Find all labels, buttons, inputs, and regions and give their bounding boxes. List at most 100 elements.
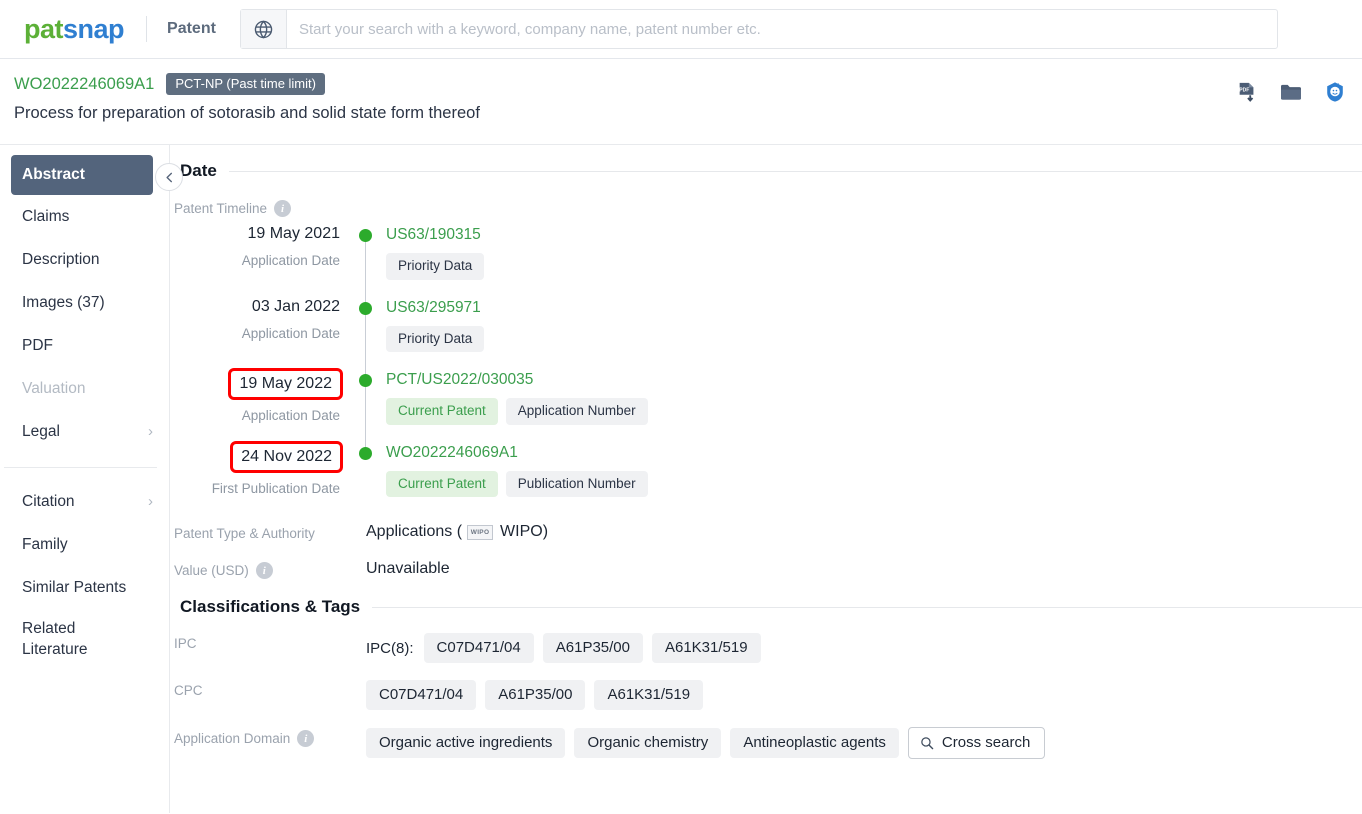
main-content: Date Patent Timeline i 19 May 2021 Appli…: [170, 145, 1362, 813]
sidebar-divider: [4, 467, 157, 468]
domain-tag[interactable]: Antineoplastic agents: [730, 728, 899, 758]
logo-divider: [146, 16, 148, 42]
timeline-chips: Current Patent Application Number: [386, 398, 648, 425]
sidebar-item-abstract[interactable]: Abstract: [11, 155, 153, 195]
timeline-entry-left: 24 Nov 2022 First Publication Date: [174, 440, 354, 514]
sidebar-item-label: Images (37): [22, 293, 105, 311]
cross-search-button[interactable]: Cross search: [907, 727, 1046, 759]
timeline-date-highlighted: 19 May 2022: [228, 368, 343, 400]
value-usd-label-wrap: Value (USD) i: [174, 559, 366, 579]
info-icon[interactable]: i: [297, 730, 315, 747]
patent-number-row: WO2022246069A1 PCT-NP (Past time limit): [14, 73, 1362, 95]
domain-tag[interactable]: Organic active ingredients: [366, 728, 566, 758]
timeline-code[interactable]: US63/190315: [386, 223, 484, 247]
section-rule: [228, 170, 1362, 172]
cpc-label: CPC: [174, 683, 203, 698]
patent-type-authority-label: Patent Type & Authority: [174, 526, 315, 541]
logo-text-snap: snap: [63, 13, 125, 44]
classifications-title: Classifications & Tags: [180, 597, 361, 616]
timeline-dot: [359, 301, 372, 315]
sidebar-item-label: Legal: [22, 422, 60, 440]
patent-type-authority-value: Applications ( WIPO WIPO): [366, 523, 548, 541]
timeline-entry: 19 May 2021 Application Date US63/190315…: [174, 223, 1362, 296]
sidebar: Abstract Claims Description Images (37) …: [0, 145, 183, 813]
chevron-left-icon: [165, 172, 172, 182]
sidebar-item-label: Claims: [22, 207, 70, 225]
wipo-flag-icon: WIPO: [467, 524, 494, 540]
timeline-date-type: First Publication Date: [211, 480, 340, 496]
timeline-entry-left: 19 May 2021 Application Date: [174, 223, 354, 296]
info-icon[interactable]: i: [255, 562, 273, 579]
folder-icon[interactable]: [1279, 81, 1303, 108]
sidebar-item-pdf[interactable]: PDF: [0, 324, 169, 367]
sidebar-item-related-literature[interactable]: Related Literature: [0, 609, 169, 671]
timeline-chip-current-patent[interactable]: Current Patent: [386, 470, 498, 497]
timeline-entry-right: WO2022246069A1 Current Patent Publicatio…: [378, 441, 648, 514]
sidebar-item-legal[interactable]: Legal ›: [0, 410, 169, 453]
timeline-chips: Current Patent Publication Number: [386, 470, 648, 497]
chevron-right-icon: ›: [148, 493, 153, 510]
cpc-tag[interactable]: C07D471/04: [366, 680, 477, 710]
domain-tag[interactable]: Organic chemistry: [574, 728, 722, 758]
timeline-line: [365, 235, 366, 296]
timeline-chip[interactable]: Priority Data: [386, 253, 485, 280]
sidebar-item-label-line2: Literature: [22, 641, 88, 658]
value-usd-value: Unavailable: [366, 560, 450, 577]
timeline-entry-left: 19 May 2022 Application Date: [174, 368, 354, 441]
patent-number[interactable]: WO2022246069A1: [14, 75, 154, 94]
timeline-date: 19 May 2021: [247, 225, 340, 242]
sidebar-item-claims[interactable]: Claims: [0, 195, 169, 238]
application-domain-row: Application Domain i Organic active ingr…: [170, 727, 1362, 759]
timeline-chip[interactable]: Publication Number: [505, 470, 648, 497]
status-badge: PCT-NP (Past time limit): [166, 73, 325, 95]
sidebar-item-label: Similar Patents: [22, 578, 127, 596]
patsnap-logo[interactable]: patsnap: [24, 13, 125, 45]
timeline-chip-current-patent[interactable]: Current Patent: [386, 398, 498, 425]
patent-header: WO2022246069A1 PCT-NP (Past time limit) …: [0, 59, 1362, 145]
ipc-version-prefix: IPC(8):: [366, 639, 414, 657]
patent-title: Process for preparation of sotorasib and…: [14, 104, 480, 122]
ipc-tag[interactable]: A61K31/519: [651, 633, 761, 663]
sidebar-item-valuation: Valuation: [0, 367, 169, 410]
timeline-code[interactable]: PCT/US2022/030035: [386, 368, 648, 392]
sidebar-item-label: Valuation: [22, 379, 86, 397]
timeline-entry-right: US63/295971 Priority Data: [378, 296, 485, 369]
logo-text-pat: pat: [24, 13, 64, 44]
cpc-tag[interactable]: A61P35/00: [485, 680, 586, 710]
sidebar-item-description[interactable]: Description: [0, 238, 169, 281]
sidebar-item-images[interactable]: Images (37): [0, 281, 169, 324]
timeline-date: 03 Jan 2022: [251, 297, 340, 315]
value-usd-row: Value (USD) i Unavailable: [170, 559, 1362, 579]
timeline-code[interactable]: US63/295971: [386, 296, 484, 320]
sidebar-item-label-line1: Related: [22, 620, 76, 638]
analysis-badge-icon[interactable]: [1324, 81, 1346, 108]
patent-timeline-label-row: Patent Timeline i: [170, 197, 1362, 217]
timeline-dot: [359, 229, 372, 242]
search-input[interactable]: [286, 10, 1277, 48]
globe-icon[interactable]: [240, 10, 287, 48]
sidebar-item-family[interactable]: Family: [0, 523, 169, 566]
timeline-axis: [354, 368, 378, 441]
date-section-header: Date: [170, 161, 1362, 181]
sidebar-item-citation[interactable]: Citation ›: [0, 480, 169, 523]
timeline-entry: 24 Nov 2022 First Publication Date WO202…: [174, 440, 1362, 514]
cpc-row: CPC C07D471/04 A61P35/00 A61K31/519: [170, 680, 1362, 710]
ipc-tag[interactable]: A61P35/00: [542, 633, 643, 663]
global-search-bar: [239, 9, 1278, 49]
ipc-tag[interactable]: C07D471/04: [423, 633, 534, 663]
sidebar-item-label: Family: [22, 535, 68, 553]
timeline-chip[interactable]: Application Number: [505, 398, 648, 425]
patent-type-authority-row: Patent Type & Authority Applications ( W…: [170, 523, 1362, 541]
application-domain-values: Organic active ingredients Organic chemi…: [366, 727, 1046, 759]
cpc-values: C07D471/04 A61P35/00 A61K31/519: [366, 680, 704, 710]
classifications-section-header: Classifications & Tags: [170, 597, 1362, 617]
info-icon[interactable]: i: [274, 200, 292, 217]
sidebar-item-similar-patents[interactable]: Similar Patents: [0, 566, 169, 609]
cpc-tag[interactable]: A61K31/519: [594, 680, 704, 710]
timeline-chip[interactable]: Priority Data: [386, 325, 485, 352]
page-title: Date: [180, 161, 217, 180]
timeline-code[interactable]: WO2022246069A1: [386, 441, 648, 465]
pdf-download-icon[interactable]: PDF: [1236, 81, 1258, 108]
sidebar-collapse-button[interactable]: [155, 163, 183, 191]
timeline-entry: 03 Jan 2022 Application Date US63/295971…: [174, 295, 1362, 369]
